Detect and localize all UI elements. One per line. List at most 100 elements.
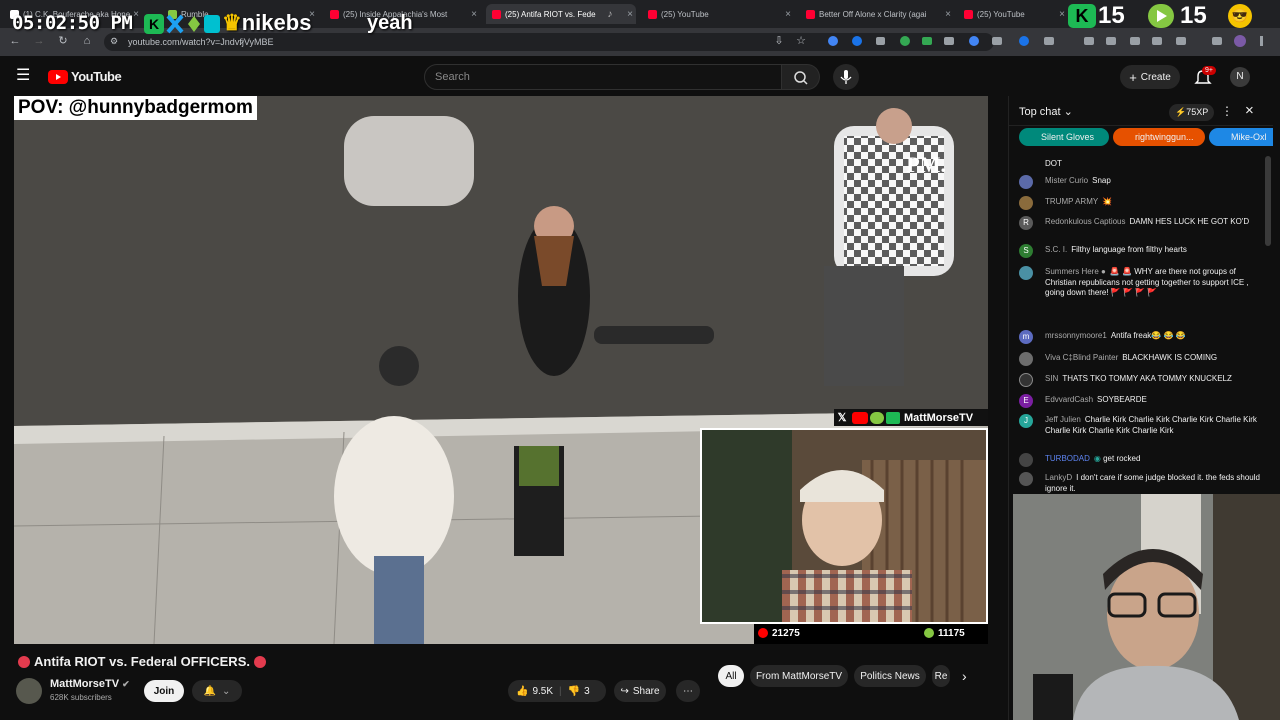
chat-avatar[interactable]: E bbox=[1019, 394, 1033, 408]
youtube-logo[interactable]: YouTube bbox=[48, 69, 122, 84]
dislike-count: 3 bbox=[584, 685, 590, 697]
voice-search-button[interactable] bbox=[833, 64, 859, 90]
create-button[interactable]: + Create bbox=[1120, 65, 1180, 89]
chat-avatar[interactable]: S bbox=[1019, 244, 1033, 258]
reload-icon[interactable]: ↻ bbox=[56, 34, 70, 48]
close-tab-icon[interactable]: × bbox=[468, 9, 480, 20]
share-icon: ↪ bbox=[620, 685, 629, 697]
chat-scrollbar[interactable] bbox=[1265, 156, 1271, 246]
join-button[interactable]: Join bbox=[144, 680, 184, 702]
svg-text:K: K bbox=[149, 16, 159, 32]
subscribed-button[interactable]: 🔔 ⌄ bbox=[192, 680, 242, 702]
lightning-icon: ⚡ bbox=[1175, 107, 1187, 117]
mute-tab-icon[interactable]: ♪ bbox=[604, 9, 615, 20]
tab-favicon bbox=[648, 9, 657, 19]
menu-icon[interactable]: ☰ bbox=[16, 68, 30, 84]
thumbs-up-icon[interactable]: 👍 bbox=[516, 686, 528, 697]
chip-related[interactable]: Re bbox=[932, 665, 950, 687]
video-player[interactable]: POV: @hunnybadgermom PM. 𝕏 MattMorseTV 2… bbox=[14, 96, 988, 644]
search-input[interactable]: Search bbox=[424, 64, 782, 90]
browser-tab[interactable]: (25) YouTube × bbox=[964, 4, 1068, 24]
browser-tab[interactable]: (25) YouTube × bbox=[648, 4, 794, 24]
chat-avatar[interactable]: R bbox=[1019, 216, 1033, 230]
channel-avatar[interactable] bbox=[16, 678, 42, 704]
close-tab-icon[interactable]: × bbox=[942, 9, 954, 20]
chat-avatar[interactable] bbox=[1019, 352, 1033, 366]
close-tab-icon[interactable]: × bbox=[624, 9, 636, 20]
youtube-play-icon bbox=[48, 69, 68, 84]
red-circle-icon bbox=[253, 655, 266, 668]
tab-favicon bbox=[964, 9, 973, 19]
tab-title: (25) Antifa RIOT vs. Fede bbox=[505, 9, 596, 19]
share-button[interactable]: ↪ Share bbox=[614, 680, 666, 702]
rumble-viewer-count: 11175 bbox=[938, 628, 965, 639]
thumbs-down-icon[interactable]: 👎 bbox=[568, 686, 580, 697]
notifications-button[interactable]: 9+ bbox=[1194, 66, 1216, 86]
overlay-username: ♛nikebs bbox=[222, 10, 312, 35]
back-icon[interactable]: ← bbox=[8, 34, 22, 48]
chip-from-channel[interactable]: From MattMorseTV bbox=[750, 665, 848, 687]
tab-title: Better Off Alone x Clarity (agai bbox=[819, 9, 927, 19]
site-info-icon[interactable]: ⚙ bbox=[110, 36, 118, 47]
browser-tab-active[interactable]: (25) Antifa RIOT vs. Fede ♪ × bbox=[486, 4, 636, 24]
tab-title: (25) YouTube bbox=[977, 9, 1025, 19]
bookmark-star-icon[interactable]: ☆ bbox=[794, 34, 808, 48]
stream-clock: 05:02:50 PM bbox=[12, 12, 133, 34]
chat-avatar[interactable] bbox=[1019, 175, 1033, 189]
subscriber-count: 628K subscribers bbox=[50, 693, 112, 702]
kick-small-icon bbox=[886, 411, 900, 424]
youtube-viewer-count: 21275 bbox=[772, 628, 800, 639]
emoji-face-icon: 😎 bbox=[1228, 4, 1252, 28]
rumble-counter: 15 bbox=[1180, 2, 1207, 29]
chat-avatar[interactable] bbox=[1019, 472, 1033, 486]
channel-row: MattMorseTV ✔ 628K subscribers Join 🔔 ⌄ 👍… bbox=[14, 676, 704, 706]
more-actions-button[interactable]: ⋯ bbox=[676, 680, 700, 702]
more-vert-icon[interactable]: ⋮ bbox=[1221, 104, 1233, 118]
forward-icon[interactable]: → bbox=[32, 34, 46, 48]
overlay-caption: yeah bbox=[367, 12, 413, 34]
chip-politics-news[interactable]: Politics News bbox=[854, 665, 926, 687]
gifter-pill[interactable]: rightwinggun... bbox=[1113, 128, 1205, 146]
chat-avatar[interactable] bbox=[1019, 453, 1033, 467]
youtube-viewers-icon bbox=[758, 628, 768, 638]
tab-favicon bbox=[806, 9, 815, 19]
chat-avatar[interactable] bbox=[1019, 266, 1033, 280]
gifter-pill[interactable]: Silent Gloves bbox=[1019, 128, 1109, 146]
install-icon[interactable]: ⇩ bbox=[772, 34, 786, 48]
like-count[interactable]: 9.5K bbox=[532, 686, 553, 697]
rumble-logo-icon bbox=[1148, 4, 1174, 28]
home-icon[interactable]: ⌂ bbox=[80, 34, 94, 48]
chip-all[interactable]: All bbox=[718, 665, 744, 687]
search-button[interactable] bbox=[782, 64, 820, 90]
chips-next-icon[interactable]: › bbox=[962, 668, 967, 684]
account-avatar[interactable]: N bbox=[1230, 67, 1250, 87]
youtube-small-icon bbox=[852, 411, 868, 424]
extensions-bar bbox=[826, 34, 1266, 48]
browser-tab[interactable]: Better Off Alone x Clarity (agai × bbox=[806, 4, 954, 24]
red-circle-icon bbox=[18, 655, 30, 668]
search-icon bbox=[794, 71, 808, 85]
microphone-icon bbox=[840, 70, 852, 84]
gifter-pill[interactable]: Mike-Oxl bbox=[1209, 128, 1273, 146]
streamer-camera-feed bbox=[700, 428, 988, 624]
pov-label: POV: @hunnybadgermom bbox=[14, 96, 257, 120]
streamer-camera-image bbox=[702, 430, 986, 622]
tab-favicon bbox=[330, 9, 339, 19]
chat-avatar[interactable]: m bbox=[1019, 330, 1033, 344]
plus-icon: + bbox=[1129, 69, 1137, 85]
chat-mode-selector[interactable]: Top chat ⌄ bbox=[1019, 105, 1073, 118]
xp-badge[interactable]: ⚡75XP bbox=[1169, 104, 1215, 121]
verified-icon: ✔ bbox=[122, 679, 130, 689]
like-dislike-group: 👍 9.5K | 👎 3 bbox=[508, 680, 606, 702]
close-icon[interactable]: × bbox=[1245, 102, 1254, 119]
rumble-viewers-icon bbox=[924, 628, 934, 638]
chat-avatar[interactable]: J bbox=[1019, 414, 1033, 428]
chat-avatar[interactable] bbox=[1019, 196, 1033, 210]
bell-icon: 🔔 bbox=[203, 685, 217, 697]
kick-logo-icon: K bbox=[1068, 4, 1096, 28]
notification-badge: 9+ bbox=[1202, 66, 1216, 75]
close-tab-icon[interactable]: × bbox=[782, 9, 794, 20]
channel-name[interactable]: MattMorseTV ✔ bbox=[50, 678, 130, 690]
chat-avatar[interactable] bbox=[1019, 373, 1033, 387]
close-tab-icon[interactable]: × bbox=[1056, 9, 1068, 20]
